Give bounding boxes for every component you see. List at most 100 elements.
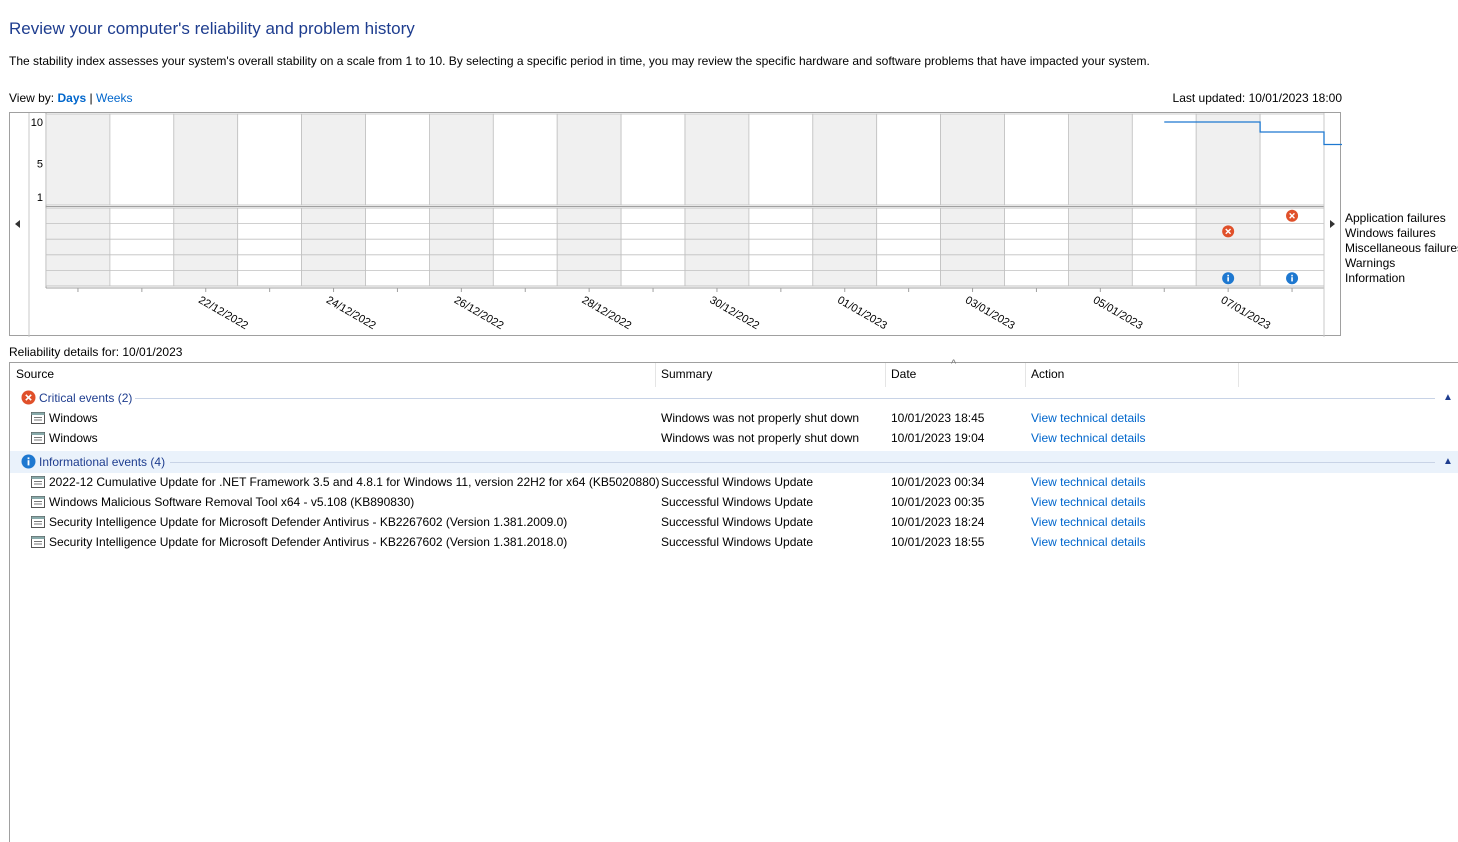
day-event-column[interactable]: [940, 207, 1005, 287]
x-tick-label: 03/01/2023: [963, 294, 1017, 332]
day-event-column[interactable]: [45, 207, 111, 287]
day-column[interactable]: [556, 113, 622, 206]
window-icon: [31, 496, 45, 508]
column-divider[interactable]: [1025, 363, 1026, 387]
collapse-icon[interactable]: ▲: [1443, 392, 1453, 403]
legend-windows-failures: Windows failures: [1345, 226, 1436, 240]
day-column[interactable]: [492, 113, 558, 206]
day-event-column[interactable]: [173, 207, 239, 287]
day-event-column[interactable]: [428, 207, 494, 287]
day-column[interactable]: [109, 113, 175, 206]
x-tick-label: 30/12/2022: [707, 294, 761, 332]
view-technical-details-link[interactable]: View technical details: [1031, 475, 1146, 489]
day-event-column[interactable]: [812, 207, 878, 287]
column-divider[interactable]: [655, 363, 656, 387]
day-event-column[interactable]: [1004, 207, 1069, 287]
day-column[interactable]: [748, 113, 814, 206]
day-event-column[interactable]: [620, 207, 686, 287]
column-header-action[interactable]: Action: [1031, 367, 1064, 381]
group-label-critical: Critical events (2): [39, 391, 133, 405]
day-column[interactable]: [812, 113, 878, 206]
day-column[interactable]: [620, 113, 686, 206]
info-event-dot: [1227, 274, 1229, 277]
window-icon: [31, 412, 45, 424]
day-event-column[interactable]: [237, 207, 302, 287]
day-event-column[interactable]: [1131, 207, 1197, 287]
day-event-column[interactable]: [748, 207, 814, 287]
day-column[interactable]: [428, 113, 494, 206]
view-technical-details-link[interactable]: View technical details: [1031, 411, 1146, 425]
column-divider[interactable]: [1238, 363, 1239, 387]
view-technical-details-link[interactable]: View technical details: [1031, 535, 1146, 549]
day-column[interactable]: [1068, 113, 1133, 206]
collapse-icon[interactable]: ▲: [1443, 456, 1453, 467]
group-header-informational[interactable]: Informational events (4) ▲: [10, 451, 1458, 473]
day-column[interactable]: [173, 113, 239, 206]
sort-indicator-icon: ^: [951, 358, 957, 370]
x-tick-label: 22/12/2022: [196, 294, 250, 332]
x-tick-label: 26/12/2022: [452, 294, 506, 332]
table-row[interactable]: Windows Windows was not properly shut do…: [10, 408, 1458, 428]
day-event-column[interactable]: [301, 207, 366, 287]
view-by-label: View by:: [9, 91, 55, 105]
last-updated: Last updated: 10/01/2023 18:00: [1172, 91, 1342, 105]
chart-scroll-left-icon[interactable]: [13, 218, 23, 230]
x-tick-label: 28/12/2022: [580, 294, 634, 332]
page-description: The stability index assesses your system…: [9, 54, 1150, 68]
day-event-column[interactable]: [876, 207, 942, 287]
day-column[interactable]: [301, 113, 366, 206]
details-label: Reliability details for: 10/01/2023: [9, 345, 183, 359]
window-icon: [31, 476, 45, 488]
details-list: Source Summary Date ^ Action Critical ev…: [9, 358, 1458, 842]
column-header-summary[interactable]: Summary: [661, 367, 712, 381]
view-technical-details-link[interactable]: View technical details: [1031, 431, 1146, 445]
day-column[interactable]: [1195, 113, 1261, 206]
day-event-column[interactable]: [1068, 207, 1133, 287]
day-column[interactable]: [1004, 113, 1069, 206]
view-separator: |: [89, 91, 93, 105]
group-divider: [135, 398, 1435, 399]
column-header-source[interactable]: Source: [16, 367, 54, 381]
x-tick-label: 07/01/2023: [1219, 294, 1273, 332]
day-event-column[interactable]: [556, 207, 622, 287]
day-event-column[interactable]: [684, 207, 750, 287]
table-row[interactable]: Security Intelligence Update for Microso…: [10, 532, 1458, 552]
row-date: 10/01/2023 00:35: [891, 495, 985, 509]
day-column[interactable]: [940, 113, 1005, 206]
reliability-chart-svg[interactable]: 10 5 1 22/12/2022 24/12/2022 26/12/2022 28/12/…: [10, 113, 1342, 337]
table-row[interactable]: 2022-12 Cumulative Update for .NET Frame…: [10, 472, 1458, 492]
table-row[interactable]: Security Intelligence Update for Microso…: [10, 512, 1458, 532]
row-date: 10/01/2023 19:04: [891, 431, 985, 445]
group-header-critical[interactable]: Critical events (2) ▲: [10, 388, 1458, 408]
view-weeks-link[interactable]: Weeks: [96, 91, 132, 105]
row-source: Security Intelligence Update for Microso…: [49, 515, 568, 529]
x-tick-label: 05/01/2023: [1091, 294, 1145, 332]
day-event-column[interactable]: [109, 207, 175, 287]
chart-scroll-right-icon[interactable]: [1327, 218, 1337, 230]
row-summary: Successful Windows Update: [661, 515, 814, 529]
reliability-chart[interactable]: 10 5 1 22/12/2022 24/12/2022 26/12/2022 28/12/…: [9, 112, 1342, 337]
day-column[interactable]: [1259, 113, 1325, 206]
table-row[interactable]: Windows Windows was not properly shut do…: [10, 428, 1458, 448]
day-column[interactable]: [684, 113, 750, 206]
window-icon: [31, 536, 45, 548]
view-days-link[interactable]: Days: [57, 91, 86, 105]
row-date: 10/01/2023 18:45: [891, 411, 985, 425]
day-event-column[interactable]: [365, 207, 430, 287]
group-divider: [170, 462, 1435, 463]
y-tick-label: 5: [37, 159, 43, 171]
view-technical-details-link[interactable]: View technical details: [1031, 495, 1146, 509]
y-tick-label: 10: [31, 117, 43, 129]
day-column[interactable]: [237, 113, 302, 206]
day-column[interactable]: [45, 113, 111, 206]
day-column[interactable]: [1131, 113, 1197, 206]
legend-application-failures: Application failures: [1345, 211, 1446, 225]
day-event-column[interactable]: [492, 207, 558, 287]
view-by-bar: View by: Days | Weeks: [9, 91, 132, 105]
view-technical-details-link[interactable]: View technical details: [1031, 515, 1146, 529]
table-row[interactable]: Windows Malicious Software Removal Tool …: [10, 492, 1458, 512]
day-column[interactable]: [365, 113, 430, 206]
column-header-date[interactable]: Date: [891, 367, 916, 381]
column-divider[interactable]: [885, 363, 886, 387]
day-column[interactable]: [876, 113, 942, 206]
